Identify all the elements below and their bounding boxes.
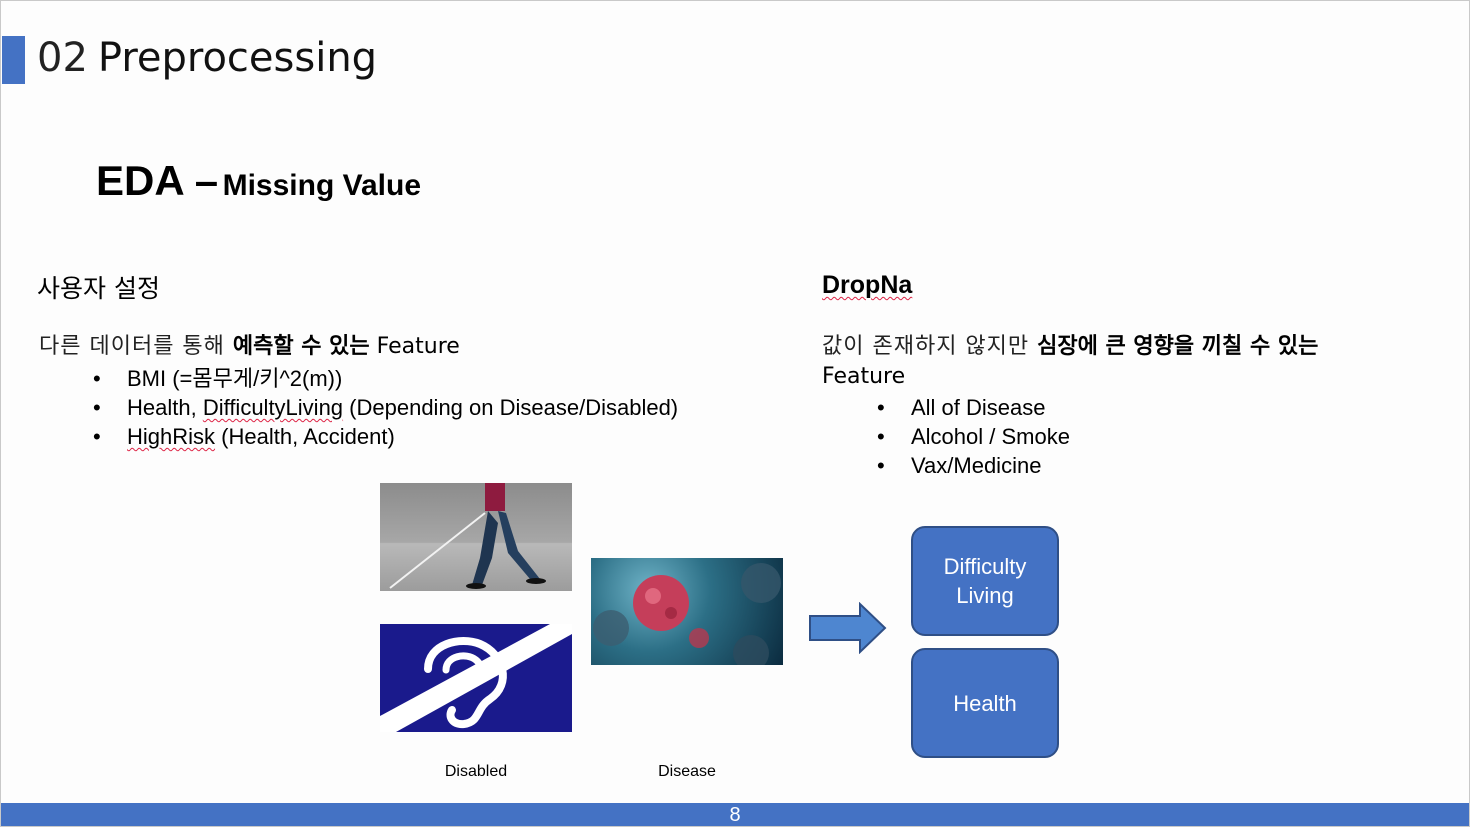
list-item: Alcohol / Smoke bbox=[877, 422, 1070, 451]
title-accent-bar bbox=[2, 36, 25, 84]
left-intro-light: 다른 데이터를 통해 bbox=[39, 334, 233, 359]
title-text: Preprocessing bbox=[97, 35, 378, 81]
slide: 02 Preprocessing EDA – Missing Value 사용자 … bbox=[0, 0, 1470, 827]
virus-image bbox=[591, 558, 783, 665]
difficulty-living-box: Difficulty Living bbox=[911, 526, 1059, 636]
left-intro-end: Feature bbox=[369, 334, 460, 359]
left-heading: 사용자 설정 bbox=[37, 274, 160, 303]
subtitle-sub: Missing Value bbox=[222, 169, 422, 202]
right-heading: DropNa bbox=[822, 271, 913, 299]
disease-caption: Disease bbox=[658, 763, 716, 780]
bullet-text: (Health, Accident) bbox=[215, 424, 395, 449]
section-subtitle: EDA – Missing Value bbox=[96, 157, 421, 205]
hearing-impaired-icon bbox=[380, 624, 572, 732]
right-intro-bold: 심장에 큰 영향을 끼칠 수 있는 bbox=[1037, 334, 1319, 359]
title-number: 02 bbox=[37, 35, 88, 81]
list-item: All of Disease bbox=[877, 393, 1070, 422]
right-arrow-icon bbox=[809, 602, 887, 654]
left-bullet-list: BMI (=몸무게/키^2(m)) Health, DifficultyLivi… bbox=[93, 364, 678, 451]
right-intro-end: Feature bbox=[822, 364, 906, 389]
subtitle-main: EDA – bbox=[96, 157, 219, 204]
left-intro-bold: 예측할 수 있는 bbox=[232, 334, 370, 359]
bullet-text: Health, bbox=[127, 395, 203, 420]
list-item: BMI (=몸무게/키^2(m)) bbox=[93, 364, 678, 393]
list-item: Vax/Medicine bbox=[877, 451, 1070, 480]
disabled-caption: Disabled bbox=[444, 763, 508, 780]
spellcheck-word: HighRisk bbox=[127, 424, 216, 449]
list-item: Health, DifficultyLiving (Depending on D… bbox=[93, 393, 678, 422]
bullet-text: BMI (=몸무게/키^2(m)) bbox=[127, 366, 343, 391]
right-intro-light: 값이 존재하지 않지만 bbox=[822, 334, 1038, 359]
walking-person-image bbox=[380, 483, 572, 591]
list-item: HighRisk (Health, Accident) bbox=[93, 422, 678, 451]
bullet-text: (Depending on Disease/Disabled) bbox=[343, 395, 679, 420]
spellcheck-word: DifficultyLiving bbox=[202, 395, 344, 420]
right-bullet-list: All of Disease Alcohol / Smoke Vax/Medic… bbox=[877, 393, 1070, 480]
left-intro: 다른 데이터를 통해 예측할 수 있는 Feature bbox=[39, 332, 460, 362]
page-number: 8 bbox=[729, 804, 741, 826]
page-title: 02 Preprocessing bbox=[37, 34, 377, 82]
right-intro: 값이 존재하지 않지만 심장에 큰 영향을 끼칠 수 있는 Feature bbox=[822, 332, 1382, 392]
health-box: Health bbox=[911, 648, 1059, 758]
